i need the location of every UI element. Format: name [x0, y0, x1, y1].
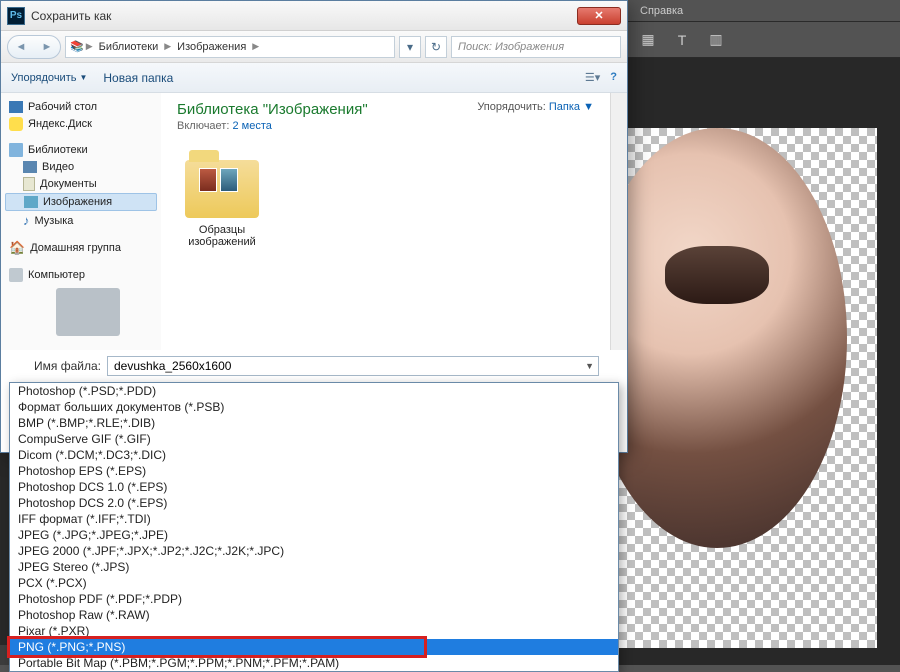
- filetype-option[interactable]: PNG (*.PNG;*.PNS): [10, 639, 618, 655]
- crop-icon[interactable]: ▦: [640, 32, 656, 48]
- organize-button[interactable]: Упорядочить ▼: [11, 72, 87, 84]
- folder-icon: [185, 160, 259, 218]
- computer-icon: [9, 268, 23, 282]
- filetype-option[interactable]: Photoshop PDF (*.PDF;*.PDP): [10, 591, 618, 607]
- breadcrumb-libraries[interactable]: Библиотеки: [95, 41, 163, 53]
- new-folder-button[interactable]: Новая папка: [103, 71, 173, 85]
- chevron-down-icon: ▼: [79, 73, 87, 82]
- music-icon: ♪: [23, 213, 30, 228]
- filetype-option[interactable]: JPEG Stereo (*.JPS): [10, 559, 618, 575]
- filetype-option[interactable]: Portable Bit Map (*.PBM;*.PGM;*.PPM;*.PN…: [10, 655, 618, 671]
- sidebar-item-images[interactable]: Изображения: [5, 193, 157, 211]
- menu-help[interactable]: Справка: [640, 5, 683, 17]
- filetype-dropdown[interactable]: Photoshop (*.PSD;*.PDD)Формат больших до…: [9, 382, 619, 672]
- libraries-icon: [9, 143, 23, 157]
- library-icon: 📚: [70, 40, 84, 53]
- breadcrumb[interactable]: 📚 ▶ Библиотеки ▶ Изображения ▶: [65, 36, 395, 58]
- close-icon: ✕: [594, 9, 603, 22]
- folder-caption: Образцы изображений: [177, 224, 267, 248]
- filetype-option[interactable]: Dicom (*.DCM;*.DC3;*.DIC): [10, 447, 618, 463]
- nav-sidebar[interactable]: Рабочий стол Яндекс.Диск Библиотеки Виде…: [1, 93, 161, 350]
- history-dropdown[interactable]: ▾: [399, 36, 421, 58]
- filetype-option[interactable]: Pixar (*.PXR): [10, 623, 618, 639]
- chevron-right-icon: ▶: [86, 41, 93, 52]
- filename-input[interactable]: devushka_2560x1600: [107, 356, 599, 376]
- panels-icon[interactable]: ▥: [708, 32, 724, 48]
- sidebar-item-computer[interactable]: Компьютер: [5, 266, 157, 284]
- documents-icon: [23, 177, 35, 191]
- dialog-titlebar[interactable]: Ps Сохранить как ✕: [1, 1, 627, 31]
- arrange-control[interactable]: Упорядочить: Папка ▼: [477, 101, 594, 113]
- filetype-option[interactable]: Photoshop Raw (*.RAW): [10, 607, 618, 623]
- sidebar-item-libraries[interactable]: Библиотеки: [5, 141, 157, 159]
- filetype-option[interactable]: PCX (*.PCX): [10, 575, 618, 591]
- disk-thumb: [56, 288, 120, 336]
- desktop-icon: [9, 101, 23, 113]
- chevron-right-icon: ▶: [252, 41, 259, 52]
- chevron-right-icon: ▶: [164, 41, 171, 52]
- images-icon: [24, 196, 38, 208]
- forward-icon: ►: [42, 41, 53, 53]
- sidebar-item-music[interactable]: ♪Музыка: [5, 211, 157, 230]
- sidebar-item-yandex[interactable]: Яндекс.Диск: [5, 115, 157, 133]
- filetype-option[interactable]: BMP (*.BMP;*.RLE;*.DIB): [10, 415, 618, 431]
- photoshop-app-icon: Ps: [7, 7, 25, 25]
- filetype-option[interactable]: Photoshop DCS 2.0 (*.EPS): [10, 495, 618, 511]
- search-input[interactable]: Поиск: Изображения: [451, 36, 621, 58]
- dialog-title: Сохранить как: [31, 9, 577, 23]
- breadcrumb-images[interactable]: Изображения: [173, 41, 250, 53]
- homegroup-icon: 🏠: [9, 240, 25, 256]
- dialog-body: Рабочий стол Яндекс.Диск Библиотеки Виде…: [1, 93, 627, 350]
- filetype-option[interactable]: JPEG 2000 (*.JPF;*.JPX;*.JP2;*.J2C;*.J2K…: [10, 543, 618, 559]
- refresh-button[interactable]: ↻: [425, 36, 447, 58]
- library-subtitle: Включает: 2 места: [177, 120, 594, 132]
- content-scrollbar[interactable]: [610, 93, 627, 350]
- filetype-option[interactable]: IFF формат (*.IFF;*.TDI): [10, 511, 618, 527]
- sidebar-item-video[interactable]: Видео: [5, 159, 157, 175]
- back-icon: ◄: [16, 41, 27, 53]
- video-icon: [23, 161, 37, 173]
- folder-item-samples[interactable]: Образцы изображений: [177, 160, 267, 248]
- close-button[interactable]: ✕: [577, 7, 621, 25]
- filetype-option[interactable]: JPEG (*.JPG;*.JPEG;*.JPE): [10, 527, 618, 543]
- folder-content[interactable]: Библиотека "Изображения" Включает: 2 мес…: [161, 93, 610, 350]
- filename-label: Имя файла:: [31, 359, 107, 373]
- includes-link[interactable]: 2 места: [232, 120, 271, 132]
- sidebar-item-documents[interactable]: Документы: [5, 175, 157, 193]
- filetype-option[interactable]: Формат больших документов (*.PSB): [10, 399, 618, 415]
- help-button[interactable]: ?: [610, 71, 617, 84]
- arrange-value[interactable]: Папка ▼: [549, 101, 594, 113]
- filetype-option[interactable]: Photoshop DCS 1.0 (*.EPS): [10, 479, 618, 495]
- text-icon[interactable]: T: [674, 32, 690, 48]
- sidebar-item-desktop[interactable]: Рабочий стол: [5, 99, 157, 115]
- filetype-option[interactable]: CompuServe GIF (*.GIF): [10, 431, 618, 447]
- filetype-option[interactable]: Photoshop (*.PSD;*.PDD): [10, 383, 618, 399]
- view-mode-button[interactable]: ☰▾: [585, 71, 600, 84]
- explorer-toolbar: Упорядочить ▼ Новая папка ☰▾ ?: [1, 63, 627, 93]
- address-bar: ◄ ► 📚 ▶ Библиотеки ▶ Изображения ▶ ▾ ↻ П…: [1, 31, 627, 63]
- nav-back-forward[interactable]: ◄ ►: [7, 35, 61, 59]
- yandex-icon: [9, 117, 23, 131]
- sidebar-item-homegroup[interactable]: 🏠Домашняя группа: [5, 238, 157, 258]
- filetype-option[interactable]: Photoshop EPS (*.EPS): [10, 463, 618, 479]
